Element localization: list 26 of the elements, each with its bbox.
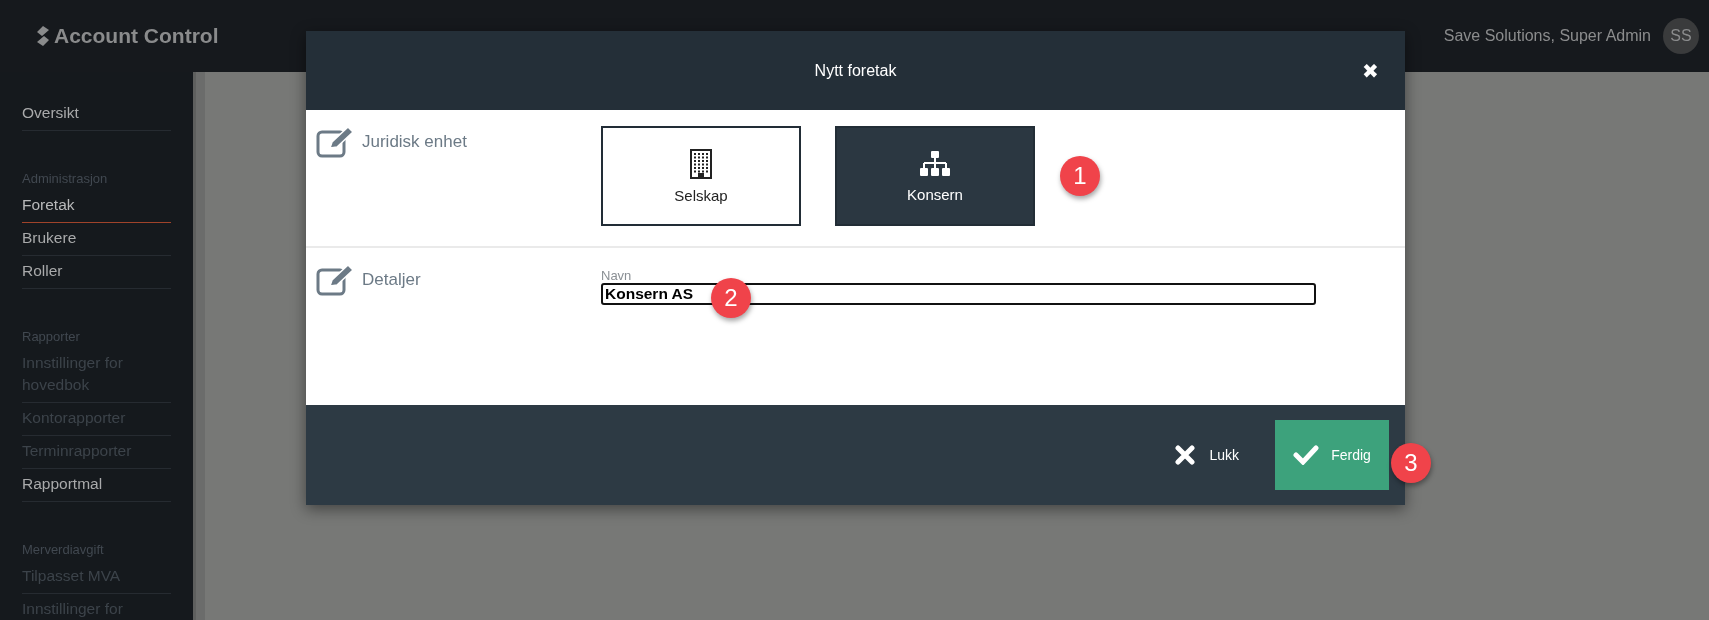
section-label: Juridisk enhet	[362, 132, 467, 152]
check-icon	[1293, 445, 1320, 465]
building-icon	[690, 148, 712, 179]
sidebar-item[interactable]: Brukere	[22, 223, 171, 256]
app-logo: Account Control	[54, 24, 219, 48]
option-card[interactable]: Selskap	[601, 126, 801, 226]
close-icon	[1175, 445, 1196, 465]
dialog-title: Nytt foretak	[814, 61, 897, 80]
callout-badge: 1	[1060, 156, 1100, 196]
logo-icon	[36, 26, 50, 46]
scrollbar[interactable]	[193, 72, 205, 620]
close-dialog-button[interactable]: Lukk	[1169, 444, 1245, 466]
sidebar-item[interactable]: Rapportmal	[22, 469, 171, 502]
callout-badge: 3	[1391, 443, 1431, 483]
edit-icon	[316, 126, 354, 158]
close-button[interactable]: ✖	[1362, 59, 1379, 83]
hierarchy-icon	[920, 149, 950, 178]
sidebar-item[interactable]: Oversikt	[22, 98, 171, 131]
option-card[interactable]: Konsern	[835, 126, 1035, 226]
edit-icon	[316, 264, 354, 296]
sidebar-item[interactable]: Foretak	[22, 190, 171, 223]
section-label: Detaljer	[362, 270, 421, 290]
sidebar-item[interactable]: Roller	[22, 256, 171, 289]
user-name[interactable]: Save Solutions, Super Admin	[1443, 27, 1651, 45]
field-label: Navn	[601, 268, 633, 283]
callout-badge: 2	[711, 278, 751, 318]
